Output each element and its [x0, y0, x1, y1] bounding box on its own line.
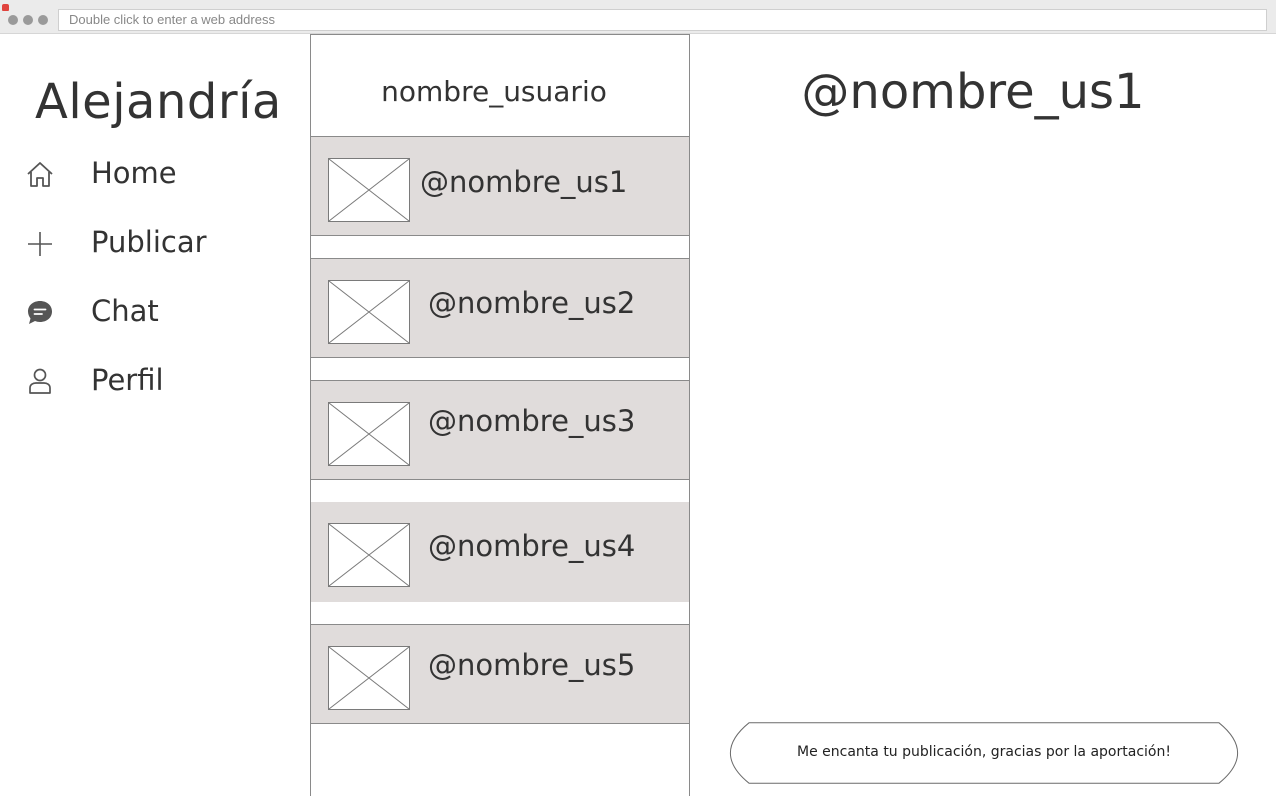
conversation-handle: @nombre_us5	[428, 648, 636, 682]
sidebar-item-home[interactable]: Home	[24, 153, 284, 197]
conversation-item-5[interactable]: @nombre_us5	[311, 624, 689, 724]
image-placeholder-icon	[328, 280, 410, 344]
conversation-item-1[interactable]: @nombre_us1	[311, 136, 689, 236]
address-bar[interactable]: Double click to enter a web address	[58, 9, 1267, 31]
image-placeholder-icon	[328, 402, 410, 466]
conversation-list-header: nombre_usuario	[311, 35, 689, 137]
lock-icon	[2, 4, 9, 11]
image-placeholder-icon	[328, 523, 410, 587]
conversation-item-2[interactable]: @nombre_us2	[311, 258, 689, 358]
image-placeholder-icon	[328, 646, 410, 710]
home-icon	[24, 159, 56, 191]
image-placeholder-icon	[328, 158, 410, 222]
window-minimize-button[interactable]	[23, 15, 33, 25]
message-bubble: Me encanta tu publicación, gracias por l…	[711, 722, 1257, 784]
message-text: Me encanta tu publicación, gracias por l…	[797, 744, 1171, 760]
sidebar-item-label: Publicar	[91, 225, 207, 259]
conversation-item-3[interactable]: @nombre_us3	[311, 380, 689, 480]
window-zoom-button[interactable]	[38, 15, 48, 25]
conversation-handle: @nombre_us2	[428, 286, 636, 320]
user-icon	[24, 366, 56, 398]
sidebar-item-perfil[interactable]: Perfil	[24, 360, 284, 404]
chat-title: @nombre_us1	[801, 64, 1145, 120]
current-username: nombre_usuario	[381, 75, 607, 108]
sidebar-item-chat[interactable]: Chat	[24, 291, 284, 335]
sidebar-item-publicar[interactable]: Publicar	[24, 222, 284, 266]
conversation-handle: @nombre_us4	[428, 529, 636, 563]
sidebar-item-label: Home	[91, 156, 177, 190]
conversation-item-4[interactable]: @nombre_us4	[311, 502, 689, 602]
browser-toolbar: Double click to enter a web address	[0, 0, 1276, 34]
plus-icon	[24, 228, 56, 260]
sidebar-item-label: Perfil	[91, 363, 164, 397]
conversation-list: nombre_usuario @nombre_us1 @nombre_us2 @…	[310, 34, 690, 796]
conversation-handle: @nombre_us3	[428, 404, 636, 438]
chat-icon	[24, 297, 56, 329]
window-close-button[interactable]	[8, 15, 18, 25]
sidebar-item-label: Chat	[91, 294, 159, 328]
app-logo-title: Alejandría	[35, 74, 282, 130]
conversation-handle: @nombre_us1	[420, 165, 628, 199]
